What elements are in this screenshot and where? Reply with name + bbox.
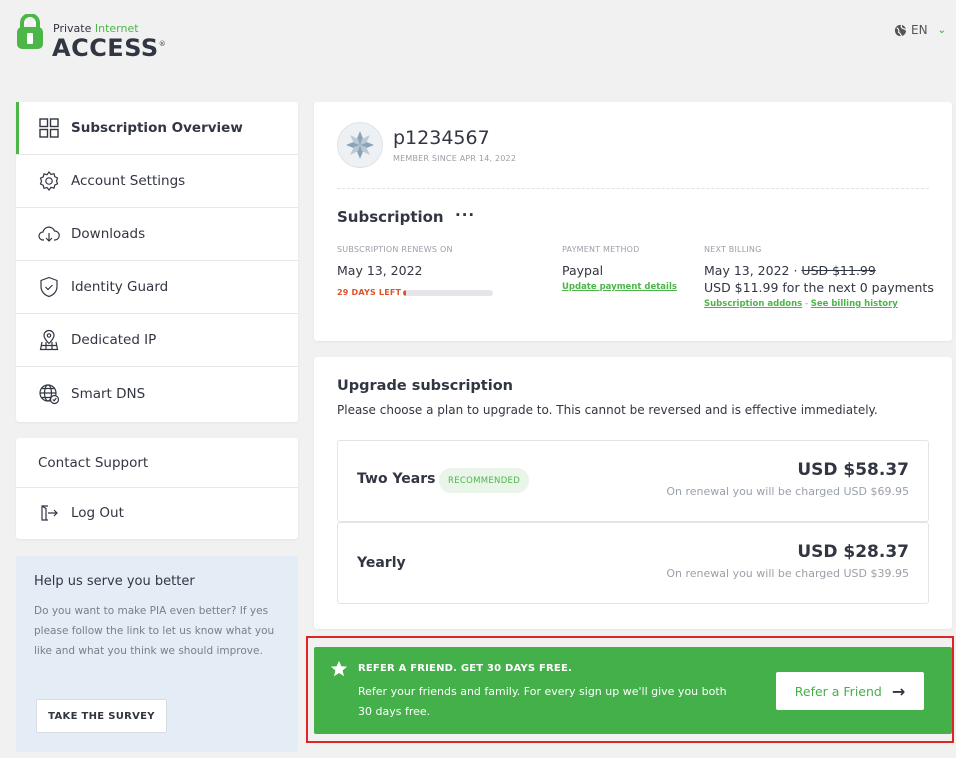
renews-label: SUBSCRIPTION RENEWS ON (337, 245, 453, 254)
shield-check-icon (38, 276, 60, 298)
sidebar-nav: Subscription Overview Account Settings D… (16, 102, 298, 422)
gear-icon (38, 170, 60, 192)
sidebar-item-subscription-overview[interactable]: Subscription Overview (16, 102, 298, 155)
renews-value: May 13, 2022 (337, 263, 423, 278)
avatar (337, 122, 383, 168)
days-left-progress-fill (403, 290, 406, 296)
subscription-addons-link[interactable]: Subscription addons (704, 299, 802, 309)
refer-button-label: Refer a Friend (794, 683, 882, 699)
arrow-right-icon: → (891, 681, 906, 701)
divider (337, 188, 929, 189)
plan-price: USD $28.37 (797, 542, 909, 562)
days-left-progress (403, 290, 493, 296)
billing-history-link[interactable]: See billing history (811, 299, 898, 309)
lock-logo-icon (17, 14, 43, 49)
refer-banner: REFER A FRIEND. GET 30 DAYS FREE. Refer … (314, 647, 952, 734)
sidebar-item-identity-guard[interactable]: Identity Guard (16, 261, 298, 314)
link-separator: - (804, 299, 809, 309)
next-billing-old-price: USD $11.99 (801, 263, 876, 278)
subscription-title: Subscription (337, 208, 444, 226)
cloud-download-icon (38, 223, 60, 245)
language-code: EN (911, 23, 928, 37)
survey-title: Help us serve you better (34, 574, 195, 589)
take-survey-button[interactable]: TAKE THE SURVEY (36, 699, 167, 733)
survey-text: Do you want to make PIA even better? If … (34, 605, 275, 657)
star-icon (330, 660, 348, 677)
refer-title: REFER A FRIEND. GET 30 DAYS FREE. (358, 663, 572, 674)
location-pin-icon (38, 329, 60, 351)
sidebar-item-account-settings[interactable]: Account Settings (16, 155, 298, 208)
days-left: 29 DAYS LEFT (337, 288, 402, 297)
billing-links: Subscription addons - See billing histor… (704, 299, 898, 309)
next-billing-date: May 13, 2022 · USD $11.99 (704, 263, 876, 278)
sidebar-item-dedicated-ip[interactable]: Dedicated IP (16, 314, 298, 367)
chevron-down-icon: ⌄ (937, 24, 946, 36)
member-since: MEMBER SINCE APR 14, 2022 (393, 154, 517, 163)
sidebar-item-label: Smart DNS (71, 385, 146, 402)
next-billing-label: NEXT BILLING (704, 245, 762, 254)
survey-panel: Help us serve you better Do you want to … (16, 556, 298, 752)
subscription-card: p1234567 MEMBER SINCE APR 14, 2022 Subsc… (314, 102, 952, 341)
upgrade-card: Upgrade subscription Please choose a pla… (314, 357, 952, 629)
update-payment-link[interactable]: Update payment details (562, 282, 677, 292)
plan-renewal: On renewal you will be charged USD $69.9… (666, 485, 909, 498)
more-options-button[interactable]: ··· (455, 206, 475, 224)
language-selector[interactable]: EN ⌄ (894, 23, 946, 37)
payment-label: PAYMENT METHOD (562, 245, 640, 254)
logo-text-main: ACCESS® (52, 34, 167, 62)
grid-icon (38, 117, 60, 139)
sidebar-secondary: Contact Support Log Out (16, 438, 298, 539)
sidebar-item-smart-dns[interactable]: Smart DNS (16, 367, 298, 420)
logout-icon (38, 502, 60, 524)
contact-support-label: Contact Support (38, 454, 149, 471)
sidebar-item-label: Dedicated IP (71, 332, 157, 348)
upgrade-description: Please choose a plan to upgrade to. This… (337, 403, 878, 417)
recommended-badge: RECOMMENDED (439, 468, 530, 493)
avatar-pattern-icon (346, 131, 374, 159)
pia-logo[interactable]: Private Internet ACCESS® (16, 14, 176, 62)
globe-icon (894, 24, 907, 36)
upgrade-title: Upgrade subscription (337, 378, 513, 394)
username: p1234567 (393, 127, 490, 149)
next-billing-text: USD $11.99 for the next 0 payments (704, 280, 934, 295)
sidebar-item-label: Account Settings (71, 173, 186, 189)
sidebar-item-downloads[interactable]: Downloads (16, 208, 298, 261)
sidebar-item-label: Identity Guard (71, 279, 169, 295)
contact-support-link[interactable]: Contact Support (16, 438, 298, 488)
refer-text: Refer your friends and family. For every… (358, 685, 727, 718)
next-billing-date-text: May 13, 2022 · (704, 263, 798, 278)
sidebar-item-label: Downloads (71, 226, 146, 242)
logout-button[interactable]: Log Out (16, 488, 298, 538)
payment-value: Paypal (562, 263, 604, 278)
plan-two-years[interactable]: Two Years RECOMMENDED USD $58.37 On rene… (337, 440, 929, 522)
plan-renewal: On renewal you will be charged USD $39.9… (666, 567, 909, 580)
plan-price: USD $58.37 (797, 460, 909, 480)
logout-label: Log Out (71, 505, 124, 521)
refer-friend-button[interactable]: Refer a Friend → (776, 672, 924, 710)
plan-name: Yearly (357, 555, 406, 571)
plan-name: Two Years (357, 471, 436, 487)
sidebar-item-label: Subscription Overview (71, 120, 243, 136)
globe-icon (38, 383, 60, 405)
plan-yearly[interactable]: Yearly USD $28.37 On renewal you will be… (337, 522, 929, 604)
